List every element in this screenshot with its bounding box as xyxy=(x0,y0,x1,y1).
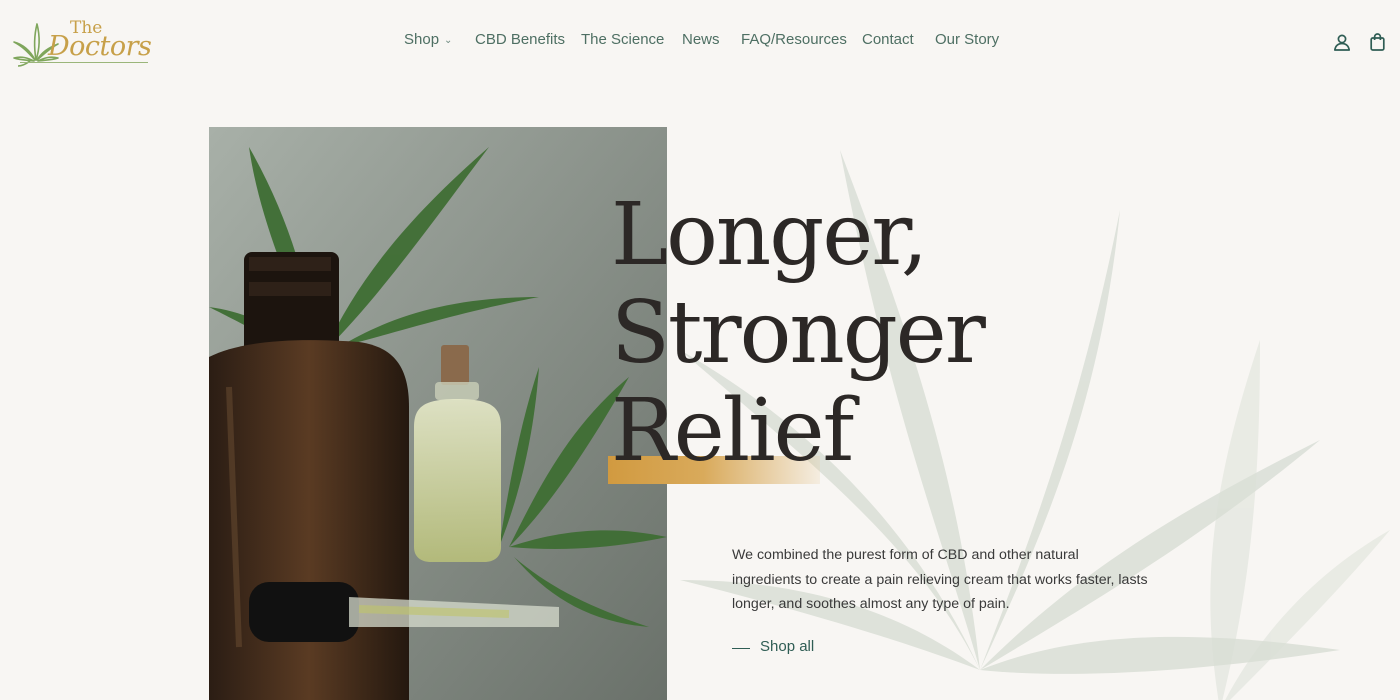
nav-item-contact[interactable]: Contact xyxy=(862,31,914,48)
dash-line-icon xyxy=(732,648,750,649)
account-icon[interactable] xyxy=(1333,33,1351,56)
hero-description: We combined the purest form of CBD and o… xyxy=(732,547,1148,612)
shop-all-label: Shop all xyxy=(760,638,815,655)
hero-image-cbd-oil-bottles xyxy=(209,127,667,700)
nav-item-the-science[interactable]: The Science xyxy=(581,31,664,48)
site-header: The Doctors Shop ⌄ CBD Benefits The Scien… xyxy=(0,0,1400,84)
hero-title-line: Relief xyxy=(611,381,854,481)
hero-title: Longer, Stronger Relief xyxy=(611,185,986,481)
nav-item-news[interactable]: News xyxy=(682,31,720,48)
hero-title-line: Longer, xyxy=(611,185,928,285)
nav-item-cbd-benefits[interactable]: CBD Benefits xyxy=(475,31,565,48)
main-navigation: Shop ⌄ CBD Benefits The Science News FAQ/… xyxy=(0,31,1400,55)
nav-item-our-story[interactable]: Our Story xyxy=(935,31,999,48)
hero-title-line: Stronger xyxy=(611,283,986,383)
nav-item-faq-resources[interactable]: FAQ/Resources xyxy=(741,31,847,48)
logo-underline xyxy=(20,62,148,63)
nav-item-label: Shop xyxy=(404,31,440,48)
shopping-bag-icon[interactable] xyxy=(1370,33,1385,56)
nav-item-shop[interactable]: Shop ⌄ xyxy=(404,31,452,48)
chevron-down-icon: ⌄ xyxy=(444,35,453,46)
